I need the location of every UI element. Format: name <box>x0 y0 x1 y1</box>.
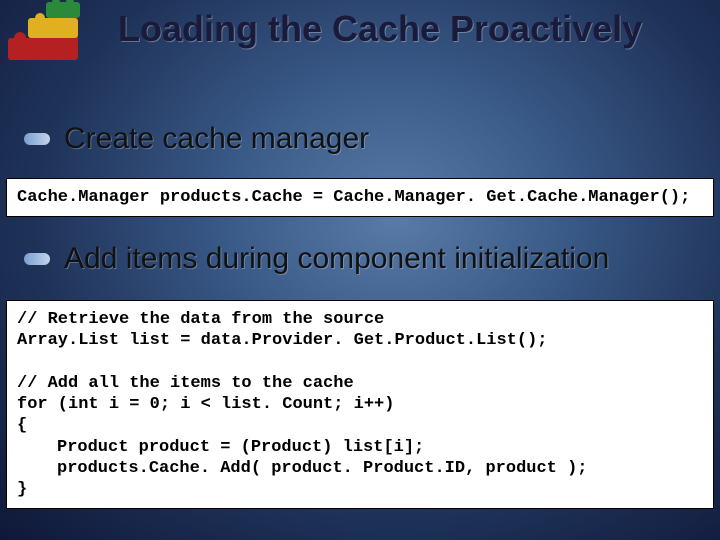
bullet-text: Add items during component initializatio… <box>64 242 609 276</box>
code-line: for (int i = 0; i < list. Count; i++) <box>17 395 394 414</box>
bullet-item-2: Add items during component initializatio… <box>24 242 609 276</box>
bullet-icon <box>24 253 50 265</box>
code-line: // Retrieve the data from the source <box>17 310 384 329</box>
bullet-item-1: Create cache manager <box>24 122 369 156</box>
logo-image <box>0 0 100 70</box>
code-line: Array.List list = data.Provider. Get.Pro… <box>17 331 548 350</box>
code-line: Product product = (Product) list[i]; <box>17 437 703 458</box>
code-block-2: // Retrieve the data from the source Arr… <box>6 300 714 509</box>
code-line: products.Cache. Add( product. Product.ID… <box>17 458 703 479</box>
code-line: // Add all the items to the cache <box>17 374 354 393</box>
bullet-text: Create cache manager <box>64 122 369 156</box>
code-block-1: Cache.Manager products.Cache = Cache.Man… <box>6 178 714 217</box>
code-line: } <box>17 480 27 499</box>
bullet-icon <box>24 133 50 145</box>
code-line: { <box>17 416 27 435</box>
slide-title: Loading the Cache Proactively <box>118 10 642 48</box>
